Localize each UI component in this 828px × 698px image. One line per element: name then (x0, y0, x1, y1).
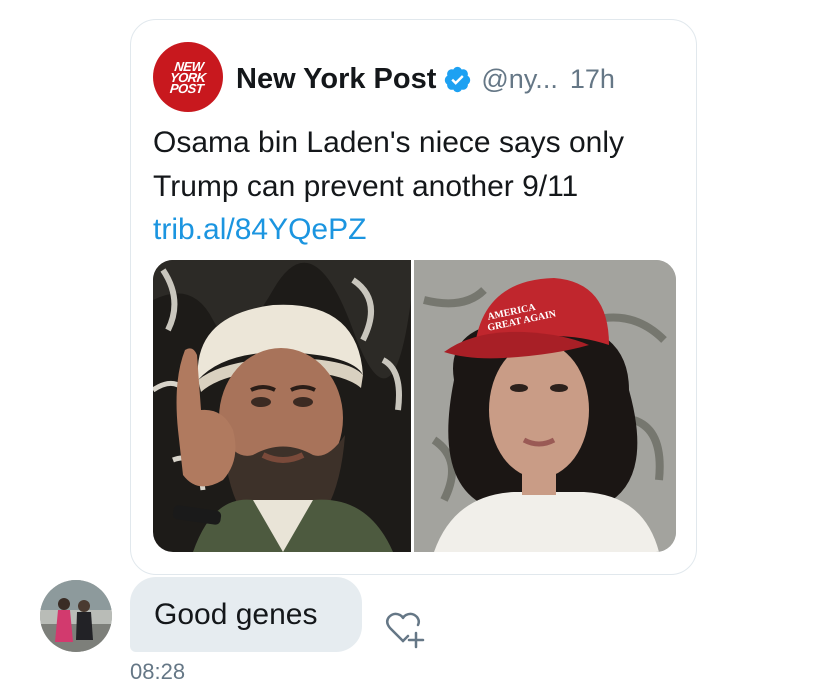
heart-plus-icon[interactable] (383, 609, 427, 651)
message-bubble[interactable]: Good genes (130, 577, 362, 652)
embedded-tweet-card[interactable]: NEW YORK POST New York Post @ny... 17h O… (130, 19, 697, 575)
author-handle[interactable]: @ny... (481, 64, 557, 95)
tweet-link[interactable]: trib.al/84YQePZ (153, 208, 366, 252)
author-display-name[interactable]: New York Post (236, 63, 436, 96)
tweet-photo-right[interactable]: AMERICA GREAT AGAIN (414, 260, 676, 552)
message-timestamp: 08:28 (130, 659, 186, 684)
nyp-logo: NEW YORK POST (169, 58, 207, 96)
tweet-text: Osama bin Laden's niece says only Trump … (153, 126, 624, 203)
tweet-timestamp[interactable]: 17h (570, 64, 615, 95)
verified-badge-icon (443, 65, 472, 94)
message-text: Good genes (154, 597, 318, 631)
tweet-photo-left[interactable] (153, 260, 411, 552)
sender-avatar[interactable] (40, 580, 112, 652)
new-york-post-avatar[interactable]: NEW YORK POST (153, 42, 223, 112)
tweet-header: New York Post @ny... 17h (236, 57, 615, 101)
tweet-media[interactable]: AMERICA GREAT AGAIN (153, 260, 676, 552)
